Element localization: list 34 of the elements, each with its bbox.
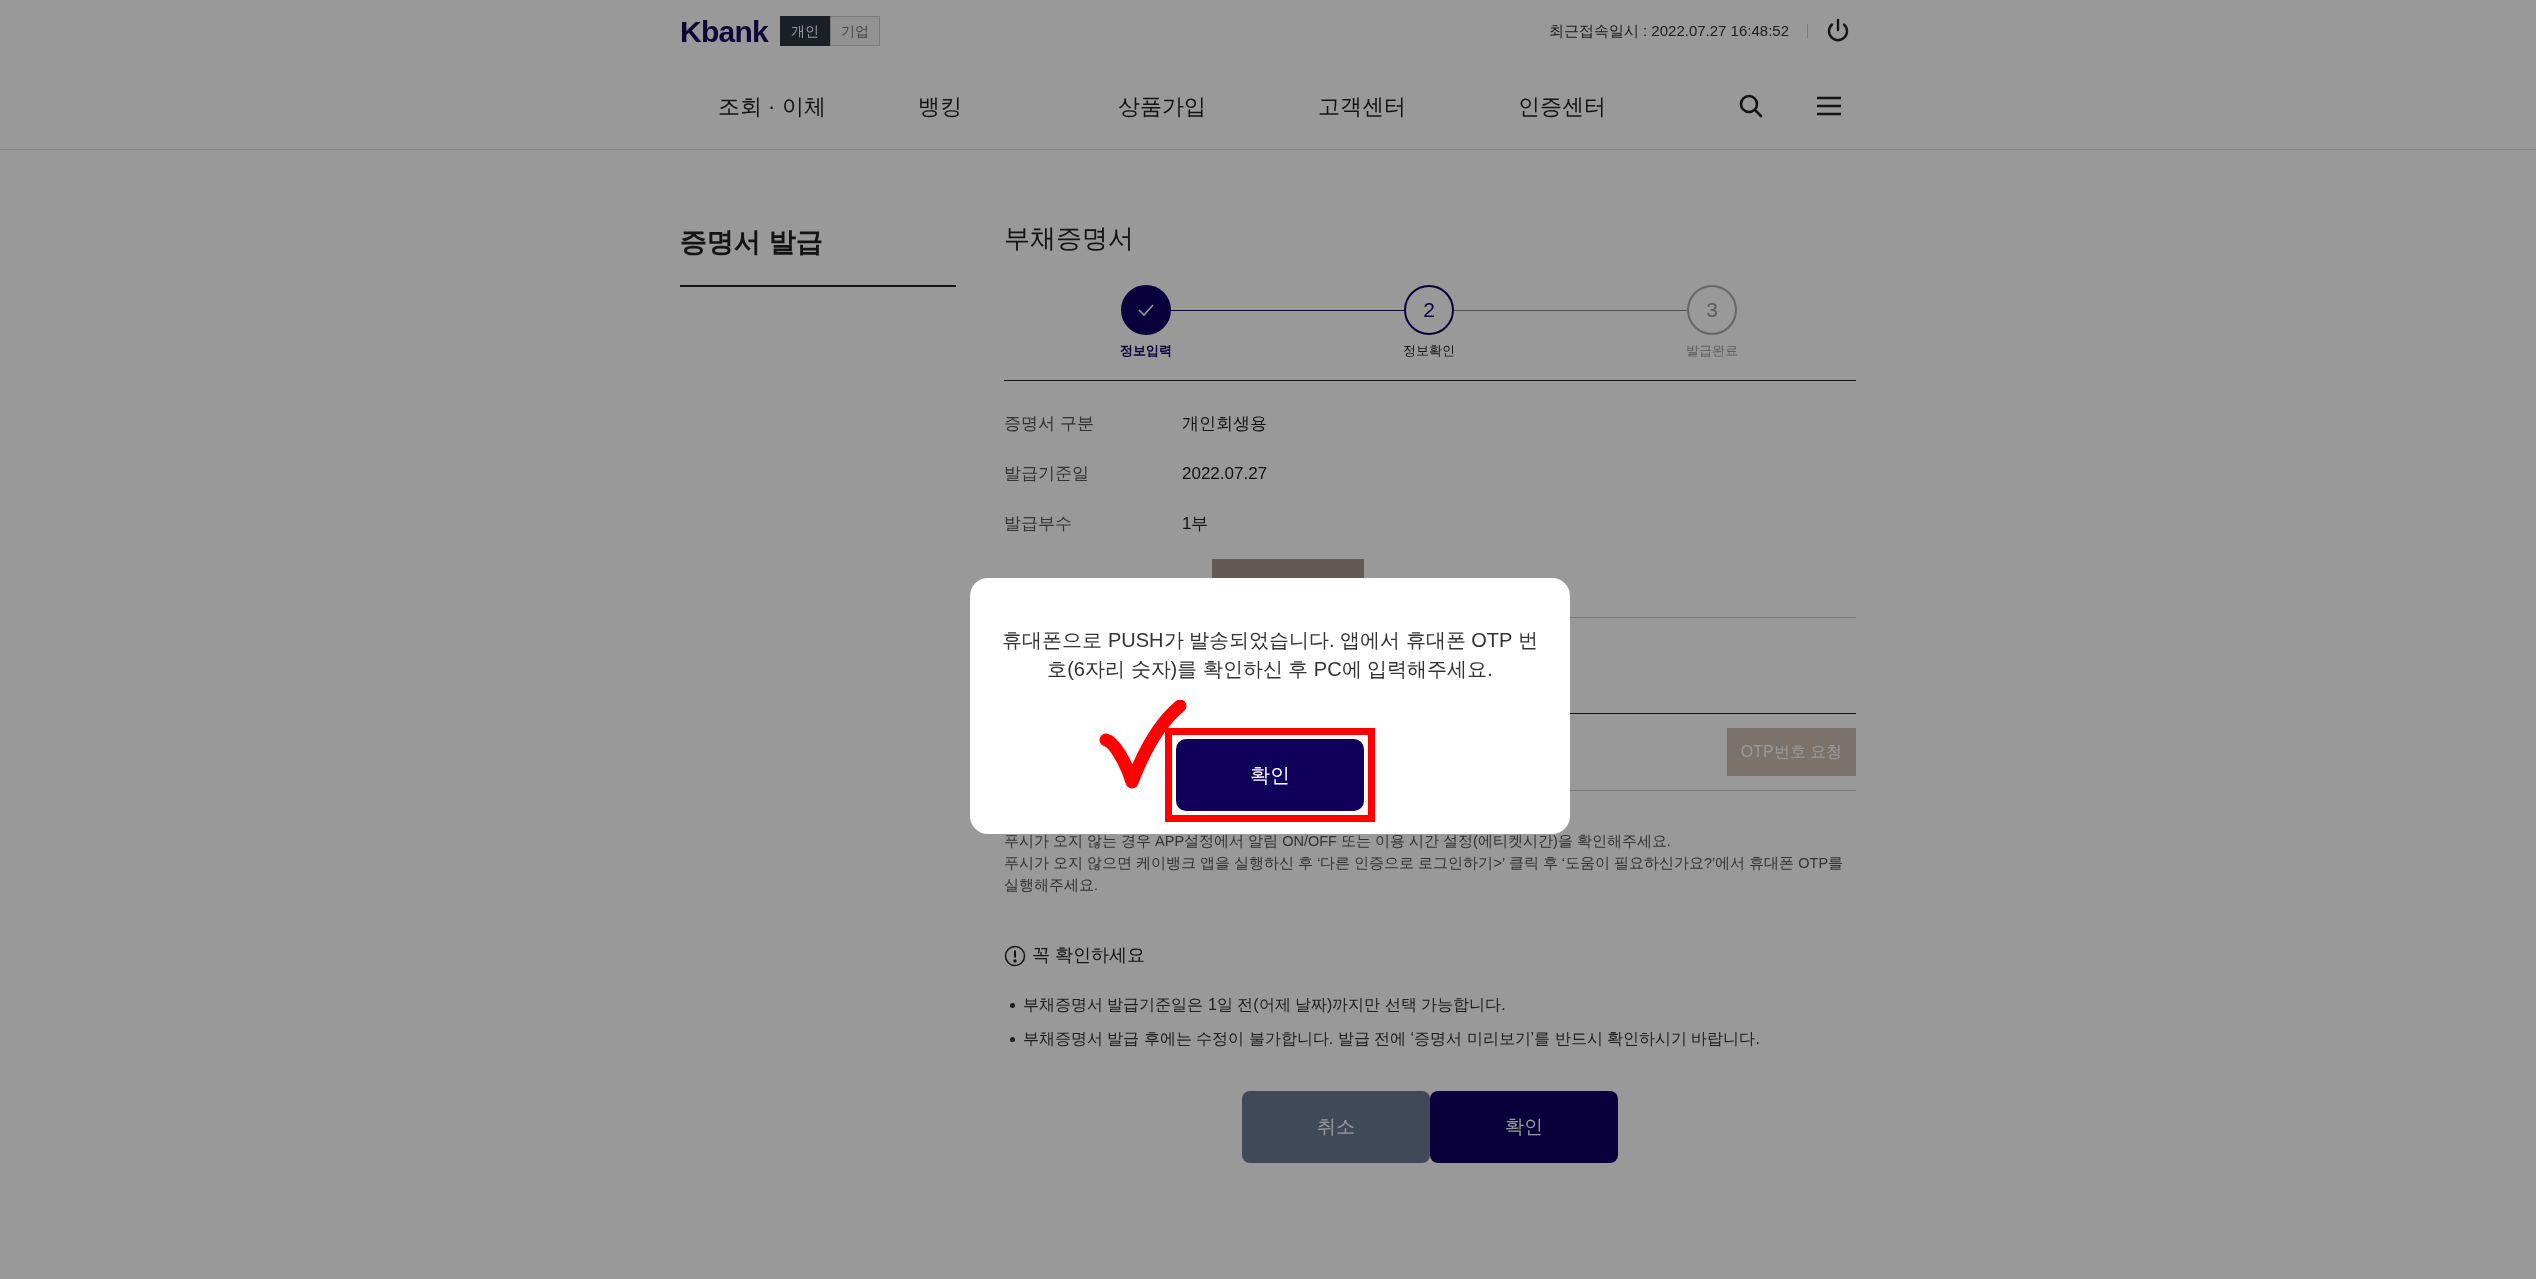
page-title: 부채증명서 [1004, 222, 1135, 254]
action-button[interactable]: 확인 [1430, 1091, 1618, 1163]
step-label: 정보입력 [1120, 342, 1172, 360]
notice-title: 꼭 확인하세요 [1032, 944, 1145, 967]
step-marker: 2 [1404, 285, 1454, 335]
nav-link[interactable]: 조회 · 이체 [718, 93, 826, 119]
field-label: 증명서 구분 [1004, 413, 1095, 436]
field-value: 개인회생용 [1182, 413, 1267, 436]
logo[interactable]: Kbank [680, 8, 768, 54]
last-login-text: 최근접속일시 : 2022.07.27 16:48:52 [1548, 20, 1789, 41]
nav-link[interactable]: 상품가입 [1118, 93, 1206, 119]
step-label: 발급완료 [1686, 342, 1738, 360]
dialog-confirm-button[interactable]: 확인 [1176, 739, 1364, 811]
sidebar-title: 증명서 발급 [680, 227, 823, 257]
nav-link[interactable]: 고객센터 [1318, 93, 1406, 119]
segment-tab[interactable]: 개인 [779, 16, 830, 46]
nav-link[interactable]: 뱅킹 [918, 93, 962, 119]
notice-text: 부채증명서 발급 후에는 수정이 불가합니다. 발급 전에 ‘증명서 미리보기’를 반드시 확인하시기 바랍니다. [1023, 1029, 1760, 1049]
power-icon [1826, 18, 1850, 44]
menu-icon[interactable] [1816, 95, 1842, 117]
notice-text: 부채증명서 발급기준일은 1일 전(어제 날짜)까지만 선택 가능합니다. [1023, 995, 1506, 1015]
nav-link[interactable]: 인증센터 [1518, 93, 1606, 119]
field-value: 1부 [1182, 513, 1209, 536]
note-text: 푸시가 오지 않는 경우 APP설정에서 알림 ON/OFF 또는 이용 시간 설정(에티켓시간)을 확인해주세요. [1004, 832, 1672, 851]
step-label: 정보확인 [1403, 342, 1455, 360]
note-text: 푸시가 오지 않으면 케이뱅크 앱을 실행하신 후 ‘다른 인증으로 로그인하기>’ 클릭 후 ‘도움이 필요하신가요?’에서 휴대폰 OTP를 실행해주세요. [1004, 854, 1845, 895]
search-icon[interactable] [1738, 93, 1764, 119]
field-value: 2022.07.27 [1182, 463, 1268, 486]
field-label: 발급기준일 [1004, 463, 1090, 486]
field-label: 발급부수 [1004, 513, 1073, 536]
info-icon [1004, 944, 1026, 967]
step-marker: 3 [1687, 285, 1737, 335]
dialog-message: 휴대폰으로 PUSH가 발송되었습니다. 앱에서 휴대폰 OTP 번호(6자리 숫자)를 확인하신 후 PC에 입력해주세요. [1001, 628, 1539, 682]
check-icon [1137, 303, 1155, 317]
